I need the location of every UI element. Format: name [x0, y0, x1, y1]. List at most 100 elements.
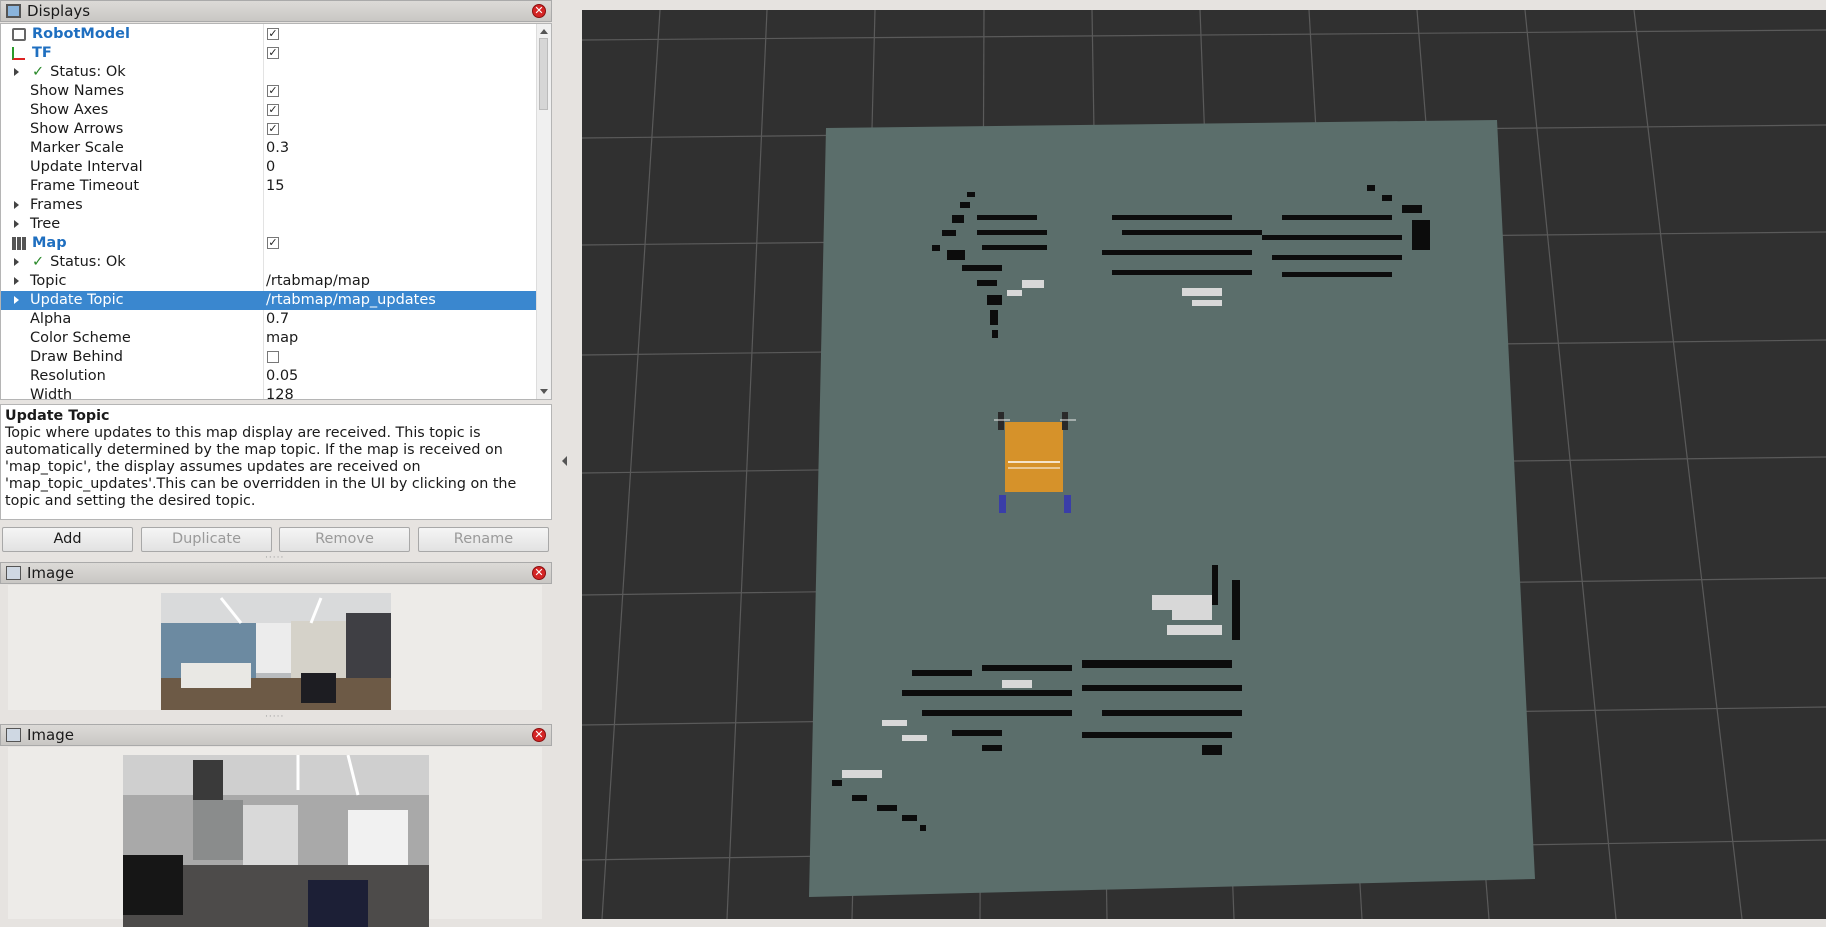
tree-row-status[interactable]: ✓ Status: Ok: [1, 63, 538, 82]
image-panel-1-title: Image: [27, 564, 74, 582]
tree-row-map[interactable]: Map ✓: [1, 234, 538, 253]
monitor-icon: [6, 4, 21, 18]
draw-behind-checkbox[interactable]: [267, 351, 279, 363]
expand-arrow-icon[interactable]: [14, 201, 19, 209]
image-icon: [6, 728, 21, 742]
tree-row-frame-timeout[interactable]: Frame Timeout 15: [1, 177, 538, 196]
robot-model-icon: [12, 28, 26, 41]
scroll-down-icon[interactable]: [540, 389, 548, 394]
tree-row-frames[interactable]: Frames: [1, 196, 538, 215]
enable-checkbox[interactable]: ✓: [267, 28, 279, 40]
tree-row-draw-behind[interactable]: Draw Behind: [1, 348, 538, 367]
status-label-wrap: ✓ Status: Ok: [32, 253, 126, 272]
tree-row-value[interactable]: /rtabmap/map: [266, 272, 370, 291]
grid-map-icon: [12, 237, 26, 250]
tree-row-resolution[interactable]: Resolution 0.05: [1, 367, 538, 386]
expand-arrow-icon[interactable]: [14, 68, 19, 76]
expand-arrow-icon[interactable]: [14, 220, 19, 228]
tree-row-value[interactable]: 0: [266, 158, 275, 177]
tree-row-label: RobotModel: [32, 26, 130, 42]
3d-viewport[interactable]: [582, 10, 1826, 919]
tree-row-value[interactable]: map: [266, 329, 298, 348]
show-names-checkbox[interactable]: ✓: [267, 85, 279, 97]
close-icon[interactable]: ✕: [532, 4, 546, 18]
show-arrows-checkbox[interactable]: ✓: [267, 123, 279, 135]
scroll-thumb[interactable]: [539, 38, 548, 110]
show-axes-checkbox[interactable]: ✓: [267, 104, 279, 116]
tree-row-label: Alpha: [30, 311, 72, 327]
close-icon[interactable]: ✕: [532, 728, 546, 742]
tree-row-marker-scale[interactable]: Marker Scale 0.3: [1, 139, 538, 158]
close-icon[interactable]: ✕: [532, 566, 546, 580]
tree-row-color-scheme[interactable]: Color Scheme map: [1, 329, 538, 348]
tree-row-width[interactable]: Width 128: [1, 386, 538, 400]
tree-row-label: Show Names: [30, 83, 125, 99]
displays-panel-title: Displays: [27, 2, 91, 20]
tree-row-label: Update Topic: [30, 292, 124, 308]
status-label-wrap: ✓ Status: Ok: [32, 63, 126, 82]
tree-row-value[interactable]: 0.7: [266, 310, 289, 329]
scroll-up-icon[interactable]: [540, 29, 548, 34]
displays-panel-header: Displays ✕: [0, 0, 552, 22]
tree-row-label: Show Arrows: [30, 121, 124, 137]
tree-row-label: Topic: [30, 273, 67, 289]
tree-row-label: Status: Ok: [50, 64, 126, 80]
checkmark-icon: ✓: [32, 254, 45, 270]
tree-row-update-topic[interactable]: Update Topic /rtabmap/map_updates: [1, 291, 538, 310]
tree-row-update-interval[interactable]: Update Interval 0: [1, 158, 538, 177]
tree-row-label: Status: Ok: [50, 254, 126, 270]
expand-arrow-icon[interactable]: [14, 258, 19, 266]
collapse-left-dock-icon[interactable]: [562, 456, 567, 466]
expand-arrow-icon[interactable]: [14, 277, 19, 285]
tree-row-label: Tree: [30, 216, 61, 232]
tree-row-value[interactable]: 15: [266, 177, 284, 196]
enable-checkbox[interactable]: ✓: [267, 47, 279, 59]
displays-tree[interactable]: RobotModel ✓ TF ✓ ✓ Status: Ok Show Names…: [0, 23, 552, 400]
splitter-handle[interactable]: ·····: [265, 712, 284, 722]
tree-row-value[interactable]: /rtabmap/map_updates: [266, 291, 436, 310]
checkmark-icon: ✓: [32, 64, 45, 80]
tree-row-label: Map: [32, 235, 67, 251]
tree-row-label: Width: [30, 387, 73, 400]
tree-row-show-names[interactable]: Show Names ✓: [1, 82, 538, 101]
description-text: Topic where updates to this map display …: [5, 425, 517, 509]
tree-row-value[interactable]: 128: [266, 386, 294, 399]
tree-scrollbar[interactable]: [536, 24, 551, 399]
add-button[interactable]: Add: [2, 527, 133, 552]
remove-button[interactable]: Remove: [279, 527, 410, 552]
tree-row-label: Show Axes: [30, 102, 109, 118]
tree-row-status[interactable]: ✓ Status: Ok: [1, 253, 538, 272]
tree-row-tree[interactable]: Tree: [1, 215, 538, 234]
left-dock: Displays ✕ RobotModel ✓ TF ✓ ✓ Status: Ok…: [0, 0, 552, 927]
tree-row-label: Frame Timeout: [30, 178, 140, 194]
tree-row-alpha[interactable]: Alpha 0.7: [1, 310, 538, 329]
tree-row-robotmodel[interactable]: RobotModel ✓: [1, 25, 538, 44]
tree-row-tf[interactable]: TF ✓: [1, 44, 538, 63]
camera-image-1: [161, 593, 391, 710]
scene-render: [582, 10, 1826, 919]
tree-row-show-arrows[interactable]: Show Arrows ✓: [1, 120, 538, 139]
image-panel-2-title: Image: [27, 726, 74, 744]
tree-row-label: TF: [32, 45, 52, 61]
axes-icon: [12, 47, 25, 60]
description-title: Update Topic: [5, 408, 110, 424]
property-description: Update Topic Topic where updates to this…: [0, 404, 552, 520]
image-panel-2-header: Image ✕: [0, 724, 552, 746]
tree-row-show-axes[interactable]: Show Axes ✓: [1, 101, 538, 120]
tree-row-label: Draw Behind: [30, 349, 123, 365]
image-panel-1-header: Image ✕: [0, 562, 552, 584]
tree-row-value[interactable]: 0.05: [266, 367, 298, 386]
rename-button[interactable]: Rename: [418, 527, 549, 552]
tree-row-label: Update Interval: [30, 159, 143, 175]
tree-row-label: Frames: [30, 197, 83, 213]
tree-row-label: Marker Scale: [30, 140, 124, 156]
tree-row-label: Color Scheme: [30, 330, 131, 346]
tree-row-topic[interactable]: Topic /rtabmap/map: [1, 272, 538, 291]
tree-row-label: Resolution: [30, 368, 106, 384]
expand-arrow-icon[interactable]: [14, 296, 19, 304]
duplicate-button[interactable]: Duplicate: [141, 527, 272, 552]
image-icon: [6, 566, 21, 580]
enable-checkbox[interactable]: ✓: [267, 237, 279, 249]
tree-row-value[interactable]: 0.3: [266, 139, 289, 158]
camera-image-2: [123, 755, 429, 927]
